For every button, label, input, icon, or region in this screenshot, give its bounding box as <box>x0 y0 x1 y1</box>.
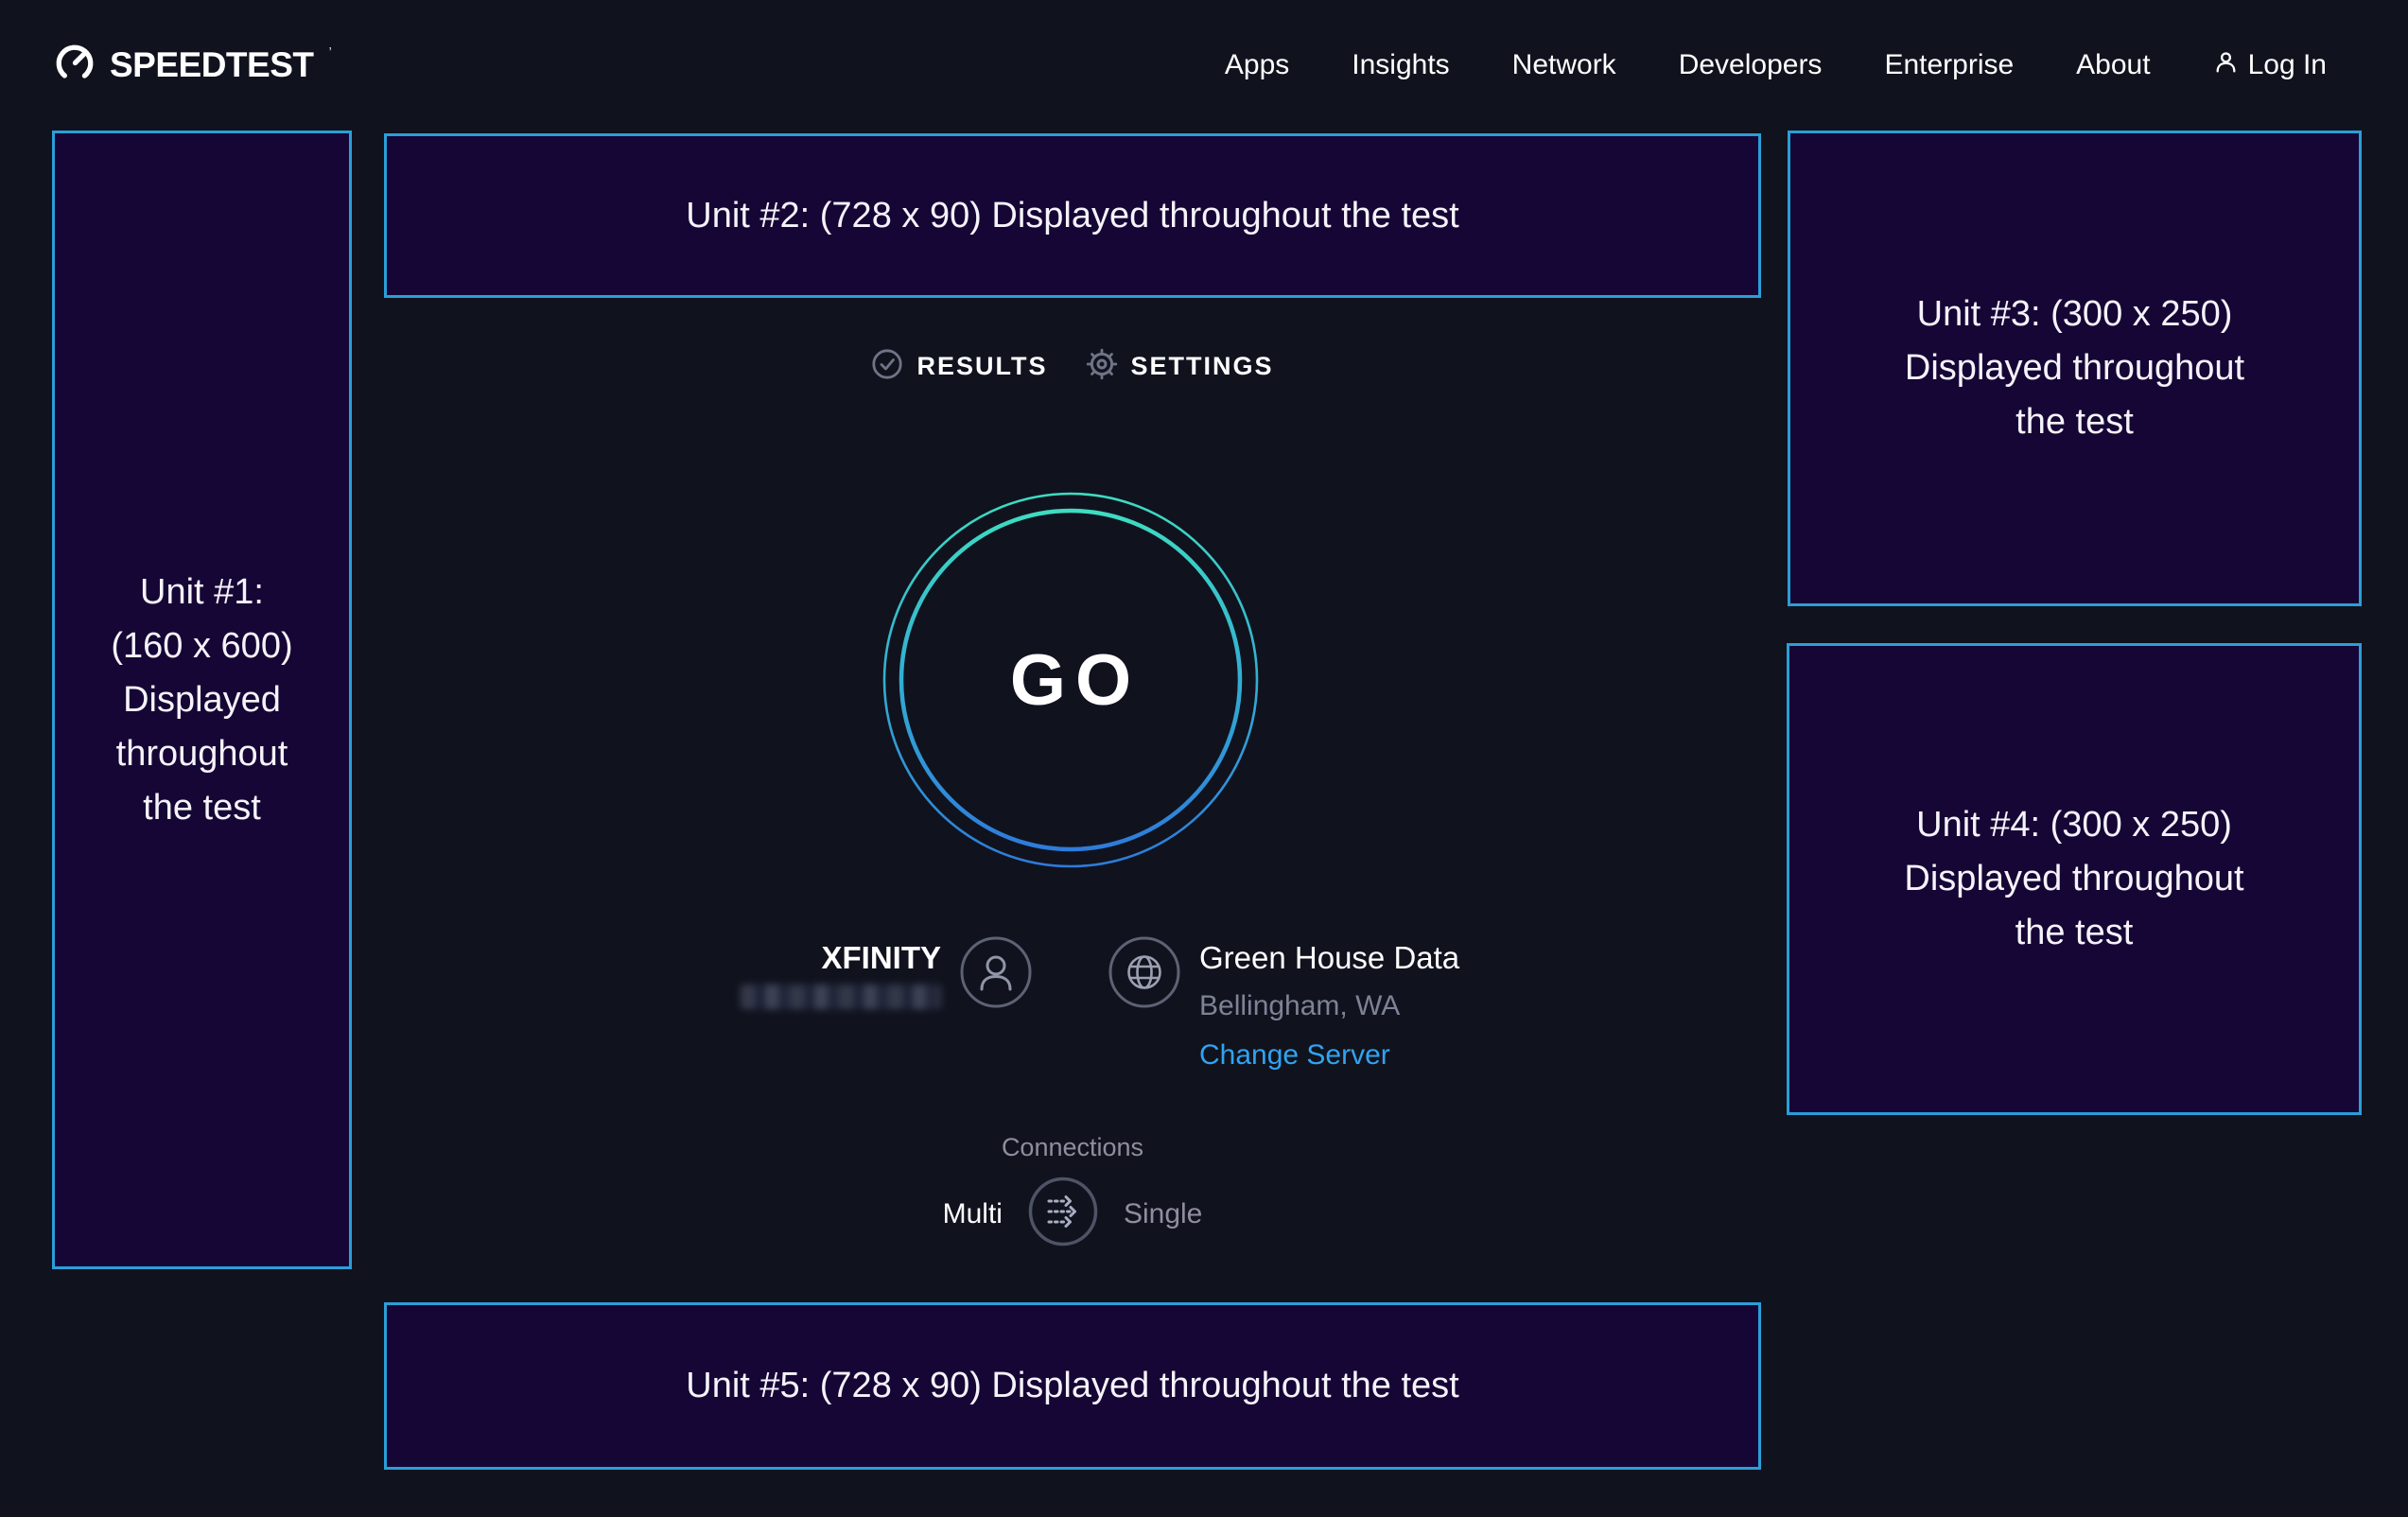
server-location: Bellingham, WA <box>1199 990 1459 1022</box>
ad-unit-2-text: Unit #2: (728 x 90) Displayed throughout… <box>686 189 1458 243</box>
header: SPEEDTEST ’ Apps Insights Network Develo… <box>0 0 2408 131</box>
multi-connection-icon[interactable] <box>1027 1176 1099 1252</box>
check-circle-icon <box>871 348 903 385</box>
tab-results[interactable]: RESULTS <box>871 348 1047 385</box>
settings-label: SETTINGS <box>1131 352 1274 381</box>
speedtest-logo[interactable]: SPEEDTEST ’ <box>53 42 330 90</box>
go-label: GO <box>881 491 1260 869</box>
ad-unit-2: Unit #2: (728 x 90) Displayed throughout… <box>384 133 1761 298</box>
ad-unit-1-line: throughout <box>116 727 288 781</box>
login-label: Log In <box>2248 49 2327 81</box>
ad-unit-4-line: Unit #4: (300 x 250) <box>1916 798 2232 852</box>
user-icon <box>2213 49 2239 82</box>
connections-label: Connections <box>384 1133 1761 1162</box>
nav-about[interactable]: About <box>2076 49 2150 81</box>
speedometer-icon <box>53 42 96 90</box>
connections-single-option[interactable]: Single <box>1124 1198 1202 1230</box>
nav-enterprise[interactable]: Enterprise <box>1884 49 2014 81</box>
ad-unit-3-line: the test <box>2015 395 2134 449</box>
ad-unit-3-line: Unit #3: (300 x 250) <box>1917 288 2233 341</box>
connections-multi-option[interactable]: Multi <box>943 1198 1003 1230</box>
speedtest-page: SPEEDTEST ’ Apps Insights Network Develo… <box>0 0 2408 1517</box>
change-server-link[interactable]: Change Server <box>1199 1039 1459 1072</box>
brand-wordmark: SPEEDTEST <box>110 45 314 85</box>
ad-unit-5: Unit #5: (728 x 90) Displayed throughout… <box>384 1302 1761 1470</box>
globe-circle-icon[interactable] <box>1108 935 1181 1014</box>
ad-unit-1-line: the test <box>143 781 261 835</box>
blurred-ip-address <box>741 985 941 1009</box>
connection-meta: XFINITY Green House Data Bellingham, WA … <box>384 941 1761 1092</box>
server-name: Green House Data <box>1199 941 1459 975</box>
isp-name[interactable]: XFINITY <box>741 941 941 975</box>
tab-settings[interactable]: SETTINGS <box>1086 348 1274 385</box>
ad-unit-1-line: Displayed <box>123 673 281 727</box>
gear-icon <box>1086 348 1118 385</box>
ad-unit-1-line: (160 x 600) <box>111 619 292 673</box>
ad-unit-4-line: the test <box>2015 906 2134 960</box>
trademark-mark: ’ <box>329 44 332 61</box>
connections-row: Multi Single <box>384 1176 1761 1252</box>
isp-block: XFINITY <box>741 941 941 1009</box>
ad-unit-5-text: Unit #5: (728 x 90) Displayed throughout… <box>686 1359 1458 1413</box>
nav-apps[interactable]: Apps <box>1225 49 1289 81</box>
ad-unit-4: Unit #4: (300 x 250) Displayed throughou… <box>1787 643 2362 1115</box>
person-circle-icon[interactable] <box>959 935 1033 1014</box>
ad-unit-3: Unit #3: (300 x 250) Displayed throughou… <box>1788 131 2362 606</box>
login-button[interactable]: Log In <box>2213 49 2327 82</box>
results-label: RESULTS <box>916 352 1047 381</box>
go-button[interactable]: GO <box>881 491 1260 869</box>
tabs-row: RESULTS <box>384 333 1761 399</box>
main-nav: Apps Insights Network Developers Enterpr… <box>1225 49 2327 82</box>
nav-insights[interactable]: Insights <box>1352 49 1449 81</box>
server-block: Green House Data Bellingham, WA Change S… <box>1199 941 1459 1072</box>
ad-unit-1-line: Unit #1: <box>140 566 264 619</box>
ad-unit-4-line: Displayed throughout <box>1904 852 2243 906</box>
ad-unit-1: Unit #1: (160 x 600) Displayed throughou… <box>52 131 352 1269</box>
nav-network[interactable]: Network <box>1512 49 1616 81</box>
nav-developers[interactable]: Developers <box>1679 49 1823 81</box>
ad-unit-3-line: Displayed throughout <box>1905 341 2244 395</box>
connections-section: Connections Multi Single <box>384 1133 1761 1252</box>
